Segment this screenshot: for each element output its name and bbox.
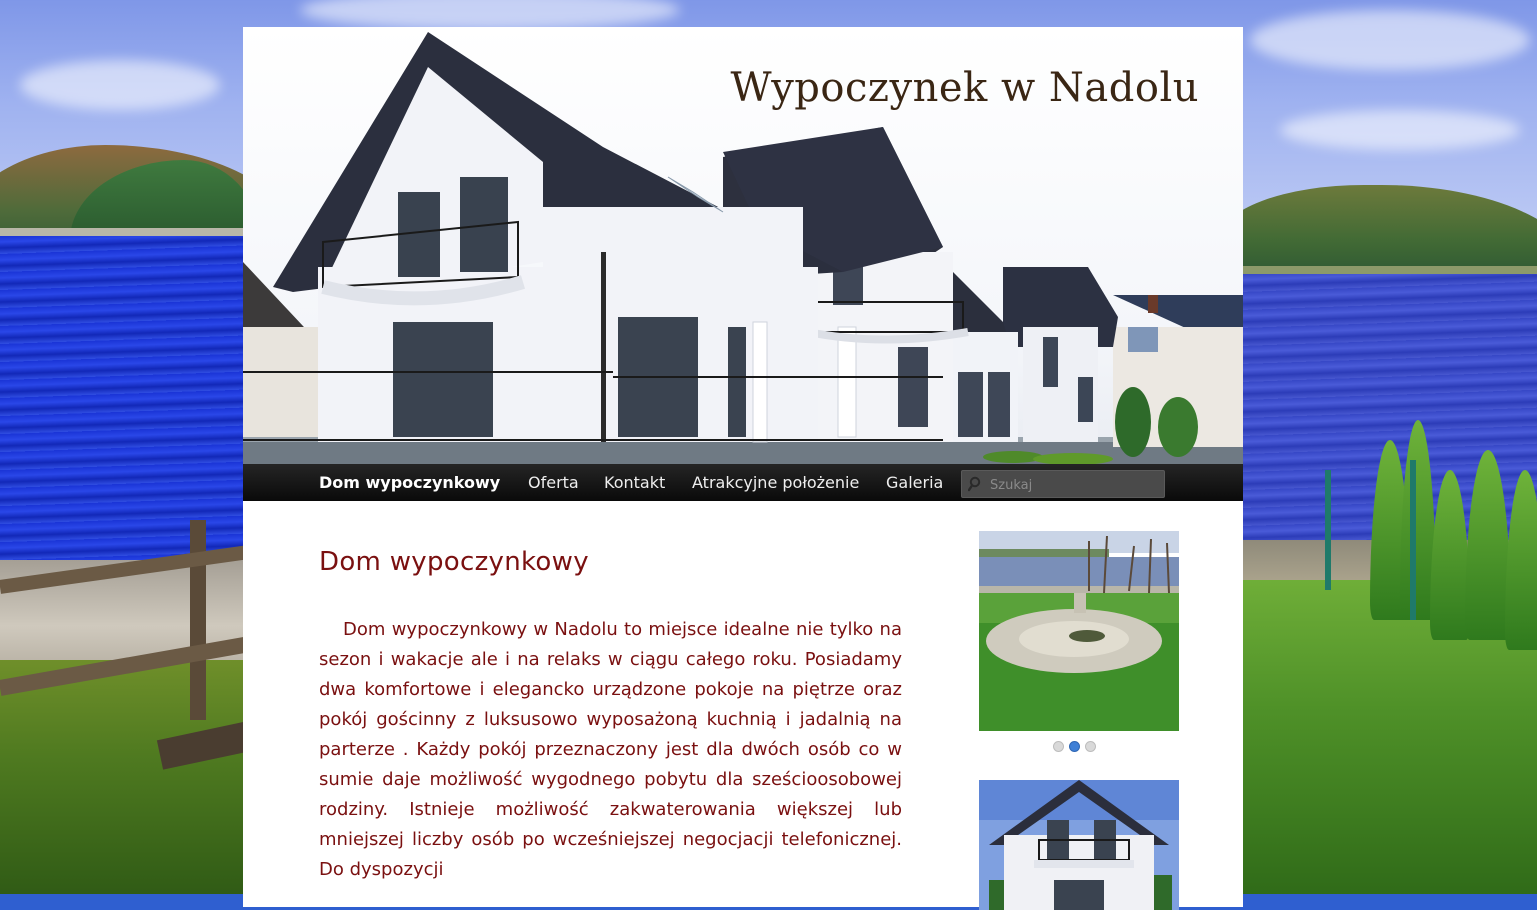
shore-left <box>0 228 260 236</box>
slider-dots <box>1053 741 1096 752</box>
body-text: Dom wypoczynkowy w Nadolu to miejsce ide… <box>319 619 902 880</box>
slider-image[interactable] <box>979 531 1179 731</box>
main-content: Dom wypoczynkowy Dom wypoczynkowy w Nado… <box>319 547 902 885</box>
nav-item-oferta[interactable]: Oferta <box>528 464 579 501</box>
fence-post <box>190 520 206 720</box>
shore-right <box>1240 266 1537 274</box>
fence-post <box>1410 460 1416 620</box>
house-thumbnail[interactable] <box>979 780 1179 910</box>
page-title: Dom wypoczynkowy <box>319 547 589 577</box>
cloud <box>20 60 220 110</box>
nav-item-galeria[interactable]: Galeria <box>886 464 943 501</box>
grass-left <box>0 660 260 894</box>
house-thumbnail-image <box>979 780 1179 910</box>
search-icon <box>968 476 981 492</box>
sidebar <box>979 531 1179 910</box>
nav-item-kontakt[interactable]: Kontakt <box>604 464 665 501</box>
search-input[interactable] <box>988 474 1162 496</box>
main-navigation: Dom wypoczynkowy Oferta Kontakt Atrakcyj… <box>243 464 1243 501</box>
lake-water-left <box>0 236 260 566</box>
cloud <box>1250 10 1530 70</box>
nav-item-dom-wypoczynkowy[interactable]: Dom wypoczynkowy <box>319 464 500 501</box>
nav-item-atrakcyjne-polozenie[interactable]: Atrakcyjne położenie <box>692 464 859 501</box>
slider-dot-active[interactable] <box>1069 741 1080 752</box>
search-box[interactable] <box>961 470 1165 498</box>
garden-photo <box>979 531 1179 731</box>
header-banner[interactable]: Wypoczynek w Nadolu <box>243 27 1243 464</box>
fence-post <box>1325 470 1331 590</box>
site-title[interactable]: Wypoczynek w Nadolu <box>730 65 1199 111</box>
page-container: Wypoczynek w Nadolu Dom wypoczynkowy Ofe… <box>243 27 1243 910</box>
slider-dot[interactable] <box>1085 741 1096 752</box>
hill-right <box>1220 185 1537 275</box>
slider-dot[interactable] <box>1053 741 1064 752</box>
cloud <box>1280 110 1520 150</box>
